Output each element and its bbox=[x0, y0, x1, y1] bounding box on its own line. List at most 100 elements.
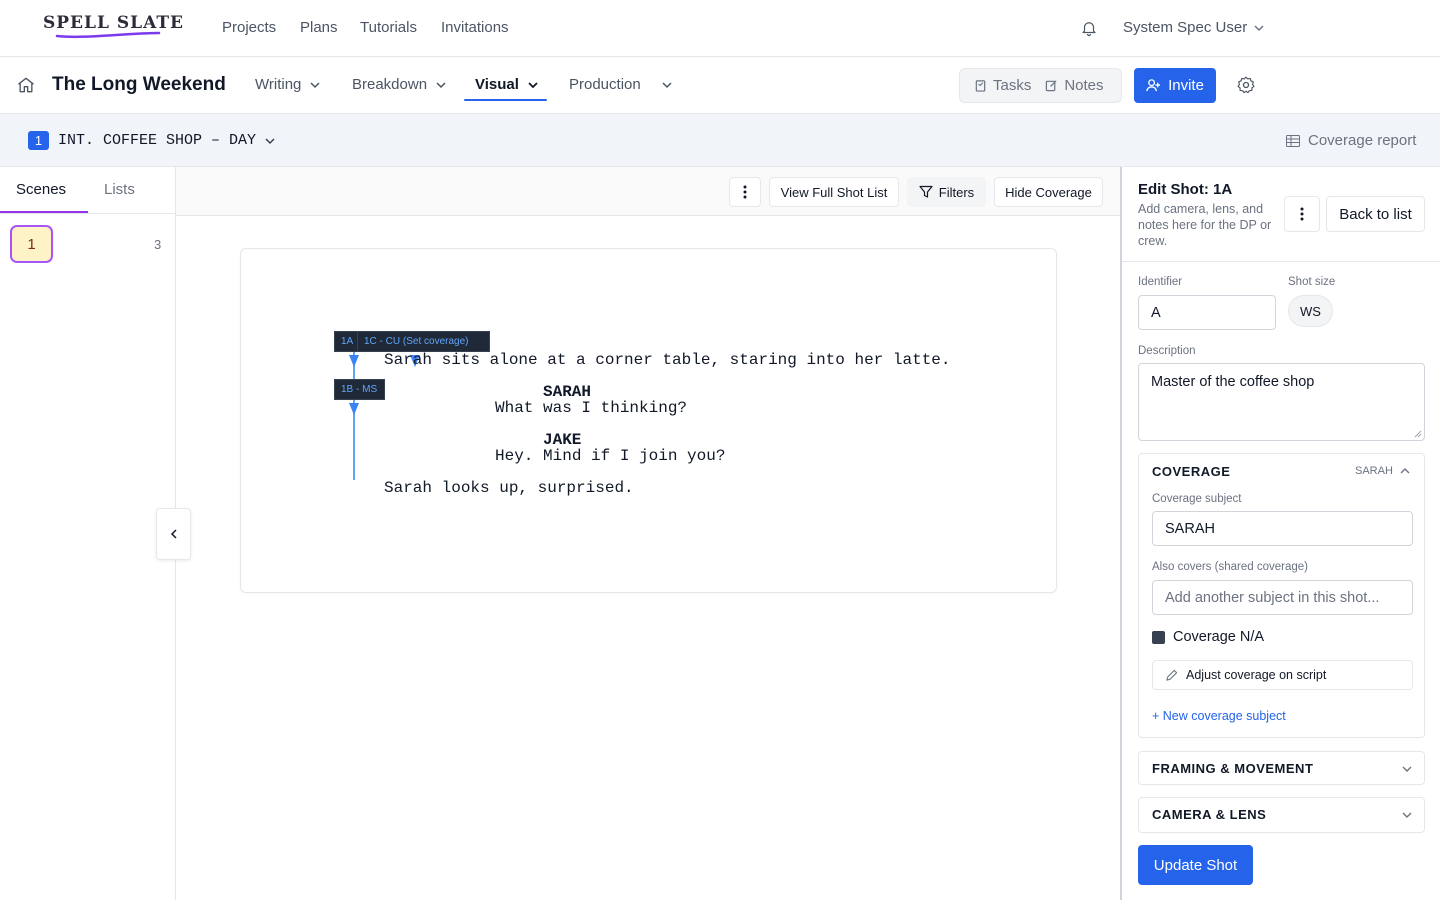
identifier-label: Identifier bbox=[1138, 276, 1183, 288]
more-vertical-icon bbox=[743, 185, 747, 199]
shot-tag-1c[interactable]: 1C - CU (Set coverage) bbox=[357, 331, 490, 352]
logo-underline bbox=[55, 31, 161, 39]
hide-coverage-button[interactable]: Hide Coverage bbox=[994, 177, 1103, 207]
scene-item-1[interactable]: 1 bbox=[10, 225, 53, 263]
identifier-input[interactable]: A bbox=[1138, 295, 1276, 330]
coverage-lines bbox=[349, 349, 420, 480]
tab-visual[interactable]: Visual bbox=[475, 76, 539, 93]
tab-lists[interactable]: Lists bbox=[104, 181, 135, 198]
also-covers-input[interactable]: Add another subject in this shot... bbox=[1152, 580, 1413, 615]
user-menu[interactable]: System Spec User bbox=[1123, 19, 1265, 36]
collapse-sidebar-button[interactable] bbox=[156, 508, 191, 560]
invite-label: Invite bbox=[1168, 77, 1204, 94]
chevron-down-icon bbox=[436, 81, 446, 88]
shot-size-selector[interactable]: WS bbox=[1288, 295, 1333, 327]
shot-tag-1b[interactable]: 1B - MS bbox=[334, 379, 385, 400]
invite-button[interactable]: Invite bbox=[1134, 68, 1216, 103]
edit-shot-panel: Edit Shot: 1A Add camera, lens, and note… bbox=[1120, 167, 1440, 900]
chevron-left-icon bbox=[170, 529, 177, 539]
script-toolbar: View Full Shot List Filters Hide Coverag… bbox=[176, 167, 1120, 216]
sidebar-tabs: Scenes Lists bbox=[0, 167, 175, 214]
filters-label: Filters bbox=[938, 184, 975, 200]
table-icon bbox=[1286, 134, 1300, 147]
chevron-down-icon bbox=[1254, 24, 1264, 31]
description-textarea[interactable]: Master of the coffee shop bbox=[1138, 363, 1425, 441]
notes-button[interactable]: Notes bbox=[1041, 69, 1113, 102]
chevron-up-icon bbox=[1400, 468, 1410, 474]
tab-breakdown-label: Breakdown bbox=[352, 76, 428, 93]
coverage-subject-badge: SARAH bbox=[1355, 465, 1393, 477]
dialogue-line: What was I thinking? bbox=[495, 399, 688, 417]
nav-tutorials[interactable]: Tutorials bbox=[360, 19, 417, 36]
tab-production-label: Production bbox=[569, 76, 641, 93]
more-vertical-icon bbox=[1300, 207, 1304, 221]
tasks-notes-group: Tasks Notes bbox=[959, 68, 1122, 103]
action-line: Sarah looks up, surprised. bbox=[384, 479, 634, 497]
panel-title: Edit Shot: 1A bbox=[1138, 181, 1233, 198]
clipboard-icon bbox=[975, 80, 986, 92]
more-options-button[interactable] bbox=[729, 177, 761, 207]
gear-icon[interactable] bbox=[1236, 75, 1256, 95]
tab-breakdown[interactable]: Breakdown bbox=[352, 76, 447, 93]
user-name: System Spec User bbox=[1123, 19, 1248, 36]
tab-writing[interactable]: Writing bbox=[255, 76, 321, 93]
add-user-icon bbox=[1146, 79, 1161, 92]
coverage-section: COVERAGE SARAH Coverage subject SARAH Al… bbox=[1138, 453, 1425, 738]
coverage-toggle[interactable]: SARAH bbox=[1355, 465, 1411, 477]
chevron-down-icon bbox=[662, 81, 672, 88]
project-title: The Long Weekend bbox=[52, 74, 226, 95]
chevron-down-icon bbox=[265, 137, 275, 144]
home-icon[interactable] bbox=[16, 75, 36, 95]
adjust-coverage-button[interactable]: Adjust coverage on script bbox=[1152, 660, 1413, 690]
action-line: Sarah sits alone at a corner table, star… bbox=[384, 351, 951, 369]
chevron-down-icon bbox=[1402, 812, 1412, 818]
nav-invitations[interactable]: Invitations bbox=[441, 19, 509, 36]
tab-writing-label: Writing bbox=[255, 76, 302, 93]
notes-label: Notes bbox=[1064, 77, 1104, 94]
scenes-sidebar: Scenes Lists 1 3 bbox=[0, 167, 176, 900]
tab-production[interactable]: Production bbox=[569, 76, 673, 93]
update-shot-button[interactable]: Update Shot bbox=[1138, 845, 1253, 885]
script-page: 1A 1C - CU (Set coverage) 1B - MS Sarah … bbox=[240, 248, 1057, 593]
coverage-na-label: Coverage N/A bbox=[1173, 629, 1265, 645]
coverage-subject-label: Coverage subject bbox=[1152, 493, 1242, 505]
resize-handle-icon[interactable] bbox=[1414, 430, 1422, 438]
tasks-button[interactable]: Tasks bbox=[960, 69, 1041, 102]
coverage-title: COVERAGE bbox=[1152, 464, 1231, 479]
camera-title: CAMERA & LENS bbox=[1152, 807, 1267, 822]
panel-header: Edit Shot: 1A Add camera, lens, and note… bbox=[1122, 167, 1440, 262]
chevron-down-icon bbox=[310, 81, 320, 88]
new-coverage-subject-link[interactable]: + New coverage subject bbox=[1152, 709, 1286, 723]
scene-heading: INT. COFFEE SHOP – DAY bbox=[58, 132, 257, 149]
nav-plans[interactable]: Plans bbox=[300, 19, 338, 36]
coverage-report-button[interactable]: Coverage report bbox=[1286, 132, 1416, 149]
view-full-shot-list-button[interactable]: View Full Shot List bbox=[769, 177, 899, 207]
coverage-report-label: Coverage report bbox=[1308, 132, 1417, 149]
chevron-down-icon bbox=[1402, 766, 1412, 772]
pencil-icon bbox=[1166, 669, 1178, 681]
tab-visual-label: Visual bbox=[475, 76, 519, 93]
back-to-list-button[interactable]: Back to list bbox=[1326, 196, 1425, 232]
edit-note-icon bbox=[1046, 80, 1057, 92]
tab-scenes[interactable]: Scenes bbox=[16, 181, 66, 198]
script-area: View Full Shot List Filters Hide Coverag… bbox=[176, 167, 1120, 900]
panel-more-button[interactable] bbox=[1284, 196, 1320, 232]
description-label: Description bbox=[1138, 345, 1196, 357]
top-navbar: SPELL SLATE Projects Plans Tutorials Inv… bbox=[0, 0, 1440, 57]
scene-selector[interactable]: INT. COFFEE SHOP – DAY bbox=[58, 132, 276, 149]
filters-button[interactable]: Filters bbox=[907, 177, 986, 207]
scene-bar: 1 INT. COFFEE SHOP – DAY Coverage report bbox=[0, 114, 1440, 167]
framing-title: FRAMING & MOVEMENT bbox=[1152, 761, 1314, 776]
nav-projects[interactable]: Projects bbox=[222, 19, 276, 36]
coverage-na-checkbox[interactable] bbox=[1152, 631, 1165, 644]
framing-movement-section[interactable]: FRAMING & MOVEMENT bbox=[1138, 751, 1425, 785]
adjust-coverage-label: Adjust coverage on script bbox=[1186, 668, 1327, 682]
camera-lens-section[interactable]: CAMERA & LENS bbox=[1138, 797, 1425, 833]
shot-size-label: Shot size bbox=[1288, 276, 1336, 288]
panel-subtitle: Add camera, lens, and notes here for the… bbox=[1138, 202, 1272, 248]
also-covers-label: Also covers (shared coverage) bbox=[1152, 561, 1308, 573]
active-tab-indicator bbox=[464, 99, 547, 101]
chevron-down-icon bbox=[528, 81, 538, 88]
coverage-subject-input[interactable]: SARAH bbox=[1152, 511, 1413, 546]
bell-icon[interactable] bbox=[1080, 18, 1098, 38]
